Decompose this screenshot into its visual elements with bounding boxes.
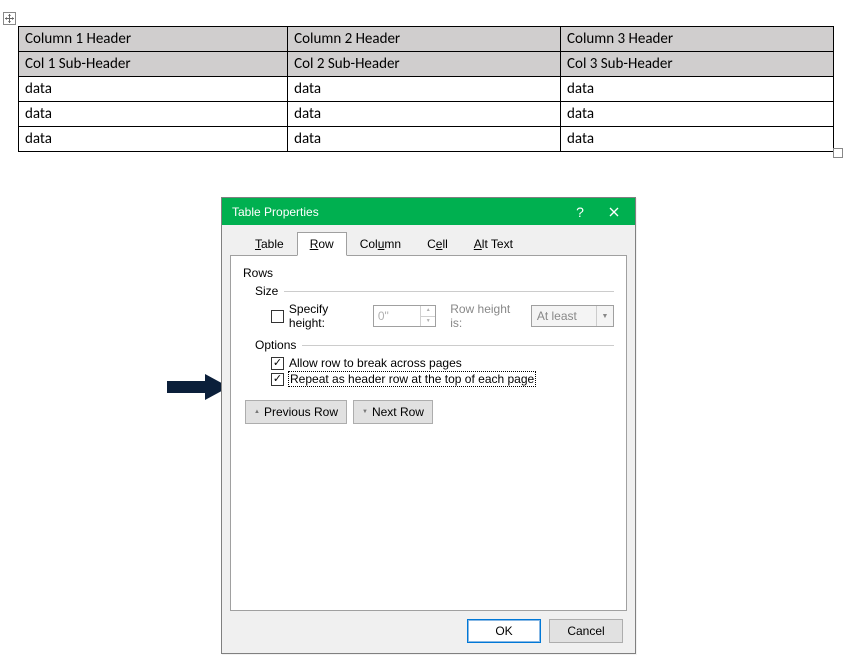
size-label: Size: [255, 284, 278, 298]
table-cell[interactable]: data: [288, 127, 561, 152]
next-row-button[interactable]: ▼ Next Row: [353, 400, 433, 424]
specify-height-checkbox[interactable]: [271, 310, 284, 323]
tab-alttext[interactable]: Alt Text: [461, 232, 526, 256]
table-subheader-cell[interactable]: Col 2 Sub-Header: [288, 52, 561, 77]
document-table[interactable]: Column 1 Header Column 2 Header Column 3…: [18, 26, 834, 152]
cancel-button[interactable]: Cancel: [549, 619, 623, 643]
previous-row-button[interactable]: ▲ Previous Row: [245, 400, 347, 424]
table-cell[interactable]: data: [561, 102, 834, 127]
table-cell[interactable]: data: [19, 77, 288, 102]
annotation-arrow-icon: [167, 374, 229, 400]
table-row: Col 1 Sub-Header Col 2 Sub-Header Col 3 …: [19, 52, 834, 77]
allow-break-checkbox[interactable]: [271, 357, 284, 370]
table-cell[interactable]: data: [19, 102, 288, 127]
help-button[interactable]: ?: [563, 199, 597, 224]
tab-cell[interactable]: Cell: [414, 232, 461, 256]
table-row: Column 1 Header Column 2 Header Column 3…: [19, 27, 834, 52]
height-value: 0": [374, 306, 420, 326]
dialog-titlebar[interactable]: Table Properties ?: [222, 198, 635, 225]
table-cell[interactable]: data: [561, 127, 834, 152]
dialog-title: Table Properties: [232, 205, 319, 219]
table-row: data data data: [19, 77, 834, 102]
tab-strip: Table Row Column Cell Alt Text: [242, 231, 627, 255]
table-resize-handle[interactable]: [833, 148, 843, 158]
triangle-down-icon: ▼: [362, 409, 368, 415]
table-move-handle[interactable]: [3, 12, 16, 25]
height-spinner[interactable]: 0" ▲ ▼: [373, 305, 436, 327]
table-row: data data data: [19, 127, 834, 152]
chevron-down-icon: ▼: [596, 306, 613, 326]
divider: [302, 345, 614, 346]
allow-break-label: Allow row to break across pages: [289, 356, 462, 370]
table-properties-dialog: Table Properties ? Table Row Column Cell…: [221, 197, 636, 654]
table-subheader-cell[interactable]: Col 3 Sub-Header: [561, 52, 834, 77]
divider: [284, 291, 614, 292]
table-header-cell[interactable]: Column 2 Header: [288, 27, 561, 52]
table-cell[interactable]: data: [288, 77, 561, 102]
row-height-mode-value: At least: [532, 306, 596, 326]
spinner-up-icon[interactable]: ▲: [421, 306, 435, 317]
table-row: data data data: [19, 102, 834, 127]
specify-height-label: Specify height:: [289, 302, 367, 330]
table-subheader-cell[interactable]: Col 1 Sub-Header: [19, 52, 288, 77]
tab-column[interactable]: Column: [347, 232, 414, 256]
spinner-down-icon[interactable]: ▼: [421, 317, 435, 327]
row-height-is-label: Row height is:: [450, 302, 525, 330]
tab-row[interactable]: Row: [297, 232, 347, 256]
tab-panel-row: Rows Size Specify height: 0" ▲ ▼ Row hei…: [230, 255, 627, 611]
close-button[interactable]: [597, 199, 631, 224]
table-header-cell[interactable]: Column 1 Header: [19, 27, 288, 52]
options-label: Options: [255, 338, 296, 352]
table-header-cell[interactable]: Column 3 Header: [561, 27, 834, 52]
table-cell[interactable]: data: [561, 77, 834, 102]
rows-label: Rows: [243, 266, 614, 280]
tab-table[interactable]: Table: [242, 232, 297, 256]
table-cell[interactable]: data: [288, 102, 561, 127]
table-cell[interactable]: data: [19, 127, 288, 152]
repeat-header-label: Repeat as header row at the top of each …: [289, 372, 535, 386]
row-height-mode-combo[interactable]: At least ▼: [531, 305, 614, 327]
repeat-header-checkbox[interactable]: [271, 373, 284, 386]
triangle-up-icon: ▲: [254, 409, 260, 415]
ok-button[interactable]: OK: [467, 619, 541, 643]
